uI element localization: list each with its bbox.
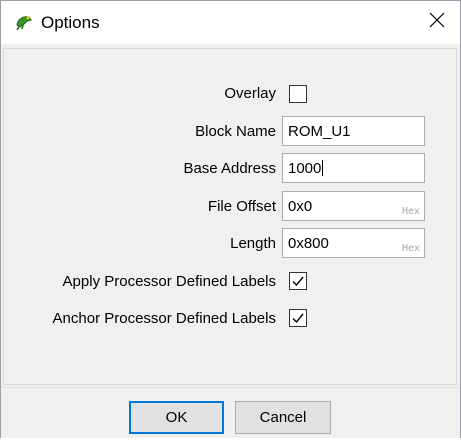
file-offset-input[interactable]: 0x0 Hex (282, 191, 425, 221)
block-name-input[interactable]: ROM_U1 (282, 116, 425, 146)
length-hex-hint: Hex (401, 243, 420, 254)
base-address-input[interactable]: 1000 (282, 153, 425, 183)
anchor-labels-label: Anchor Processor Defined Labels (52, 310, 276, 327)
close-button[interactable] (414, 1, 460, 44)
close-icon (429, 12, 445, 33)
checkmark-icon (292, 276, 304, 287)
title-bar: Options (1, 1, 460, 44)
file-offset-label: File Offset (207, 198, 276, 215)
block-name-label: Block Name (195, 123, 276, 140)
length-label: Length (230, 235, 276, 252)
background-strip (0, 438, 461, 445)
checkmark-icon (292, 313, 304, 324)
length-input[interactable]: 0x800 Hex (282, 228, 425, 258)
length-value: 0x800 (288, 235, 329, 252)
ok-button[interactable]: OK (129, 401, 224, 434)
overlay-checkbox[interactable] (289, 85, 307, 103)
options-dialog: Options Overlay Block Name ROM_U1 Base A… (0, 0, 461, 445)
text-caret (322, 160, 324, 176)
apply-labels-label: Apply Processor Defined Labels (62, 273, 276, 290)
base-address-label: Base Address (183, 160, 276, 177)
overlay-label: Overlay (224, 85, 276, 102)
file-offset-hex-hint: Hex (401, 206, 420, 217)
green-frog-icon (15, 13, 33, 31)
anchor-labels-checkbox[interactable] (289, 309, 307, 327)
cancel-button[interactable]: Cancel (235, 401, 331, 434)
apply-labels-checkbox[interactable] (289, 272, 307, 290)
file-offset-value: 0x0 (288, 198, 313, 215)
footer-divider (1, 387, 460, 388)
block-name-value: ROM_U1 (288, 123, 351, 140)
base-address-value: 1000 (288, 160, 322, 177)
dialog-title: Options (41, 13, 100, 32)
